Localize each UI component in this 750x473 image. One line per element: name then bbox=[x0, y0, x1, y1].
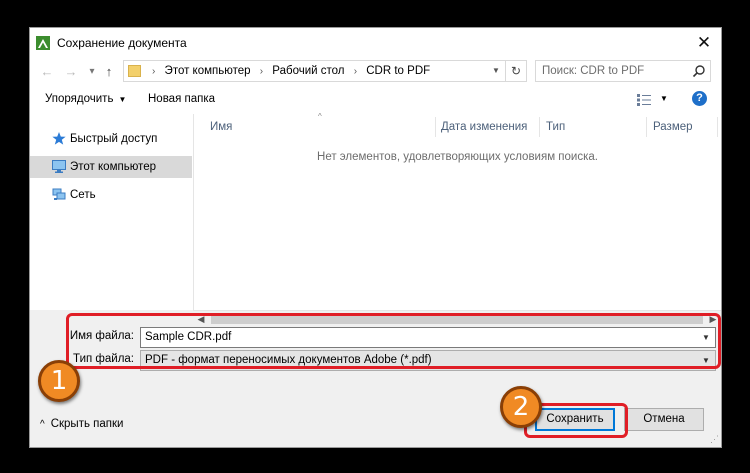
column-header-name[interactable]: Имя bbox=[210, 116, 232, 138]
sort-ascending-icon: ^ bbox=[318, 112, 322, 121]
chevron-up-icon: ^ bbox=[40, 419, 45, 430]
breadcrumb: › Этот компьютер › Рабочий стол › CDR to… bbox=[146, 61, 430, 81]
navigation-pane: Быстрый доступ Этот компьютер Сеть bbox=[30, 114, 192, 310]
forward-arrow-icon[interactable]: → bbox=[62, 63, 80, 81]
star-icon bbox=[52, 132, 66, 145]
navigation-row: ← → ▾ ↑ › Этот компьютер › Рабочий стол … bbox=[30, 58, 721, 86]
address-bar[interactable]: › Этот компьютер › Рабочий стол › CDR to… bbox=[123, 60, 527, 82]
column-header-size[interactable]: Размер bbox=[653, 116, 693, 138]
step-badge-1: 1 bbox=[38, 360, 80, 402]
cancel-button[interactable]: Отмена bbox=[624, 408, 704, 431]
computer-icon bbox=[52, 160, 66, 173]
view-dropdown-icon[interactable]: ▼ bbox=[660, 94, 668, 103]
organize-label: Упорядочить bbox=[45, 93, 114, 105]
search-placeholder[interactable]: Поиск: CDR to PDF bbox=[542, 61, 644, 81]
hide-folders-label: Скрыть папки bbox=[50, 418, 124, 430]
recent-locations-chevron-icon[interactable]: ▾ bbox=[83, 63, 101, 81]
coreldraw-app-icon bbox=[36, 36, 50, 50]
breadcrumb-this-pc[interactable]: Этот компьютер bbox=[165, 61, 251, 81]
breadcrumb-chevron-icon[interactable]: › bbox=[152, 62, 155, 82]
refresh-icon[interactable]: ↻ bbox=[505, 61, 526, 81]
title-bar: Сохранение документа ✕ bbox=[30, 28, 721, 58]
new-folder-button[interactable]: Новая папка bbox=[148, 93, 215, 105]
resize-grip-icon[interactable]: ⋰ bbox=[710, 434, 719, 445]
breadcrumb-chevron-icon[interactable]: › bbox=[260, 62, 263, 82]
breadcrumb-chevron-icon[interactable]: › bbox=[354, 62, 357, 82]
empty-list-message: Нет элементов, удовлетворяющих условиям … bbox=[317, 151, 598, 163]
column-header-date[interactable]: Дата изменения bbox=[441, 116, 527, 138]
nav-item-label: Этот компьютер bbox=[70, 161, 156, 173]
nav-item-network[interactable]: Сеть bbox=[30, 184, 192, 206]
chevron-down-icon: ▼ bbox=[118, 95, 127, 104]
folder-icon bbox=[128, 65, 141, 77]
address-dropdown-icon[interactable]: ▼ bbox=[488, 61, 504, 81]
nav-item-quick-access[interactable]: Быстрый доступ bbox=[30, 128, 192, 150]
column-header-type[interactable]: Тип bbox=[546, 116, 565, 138]
file-list: ^ Имя Дата изменения Тип Размер Нет элем… bbox=[193, 112, 721, 310]
back-arrow-icon[interactable]: ← bbox=[38, 63, 56, 81]
search-icon[interactable] bbox=[692, 64, 706, 78]
highlight-filename-fields bbox=[66, 313, 721, 369]
help-icon[interactable]: ? bbox=[692, 91, 707, 106]
view-options-icon[interactable] bbox=[637, 94, 651, 106]
toolbar: Упорядочить ▼ Новая папка ▼ ? bbox=[30, 86, 721, 114]
window-title: Сохранение документа bbox=[57, 36, 187, 50]
breadcrumb-desktop[interactable]: Рабочий стол bbox=[272, 61, 344, 81]
column-divider[interactable] bbox=[717, 117, 718, 137]
search-box[interactable]: Поиск: CDR to PDF bbox=[535, 60, 711, 82]
save-dialog: Сохранение документа ✕ ← → ▾ ↑ › Этот ко… bbox=[29, 27, 722, 448]
nav-item-label: Быстрый доступ bbox=[70, 133, 158, 145]
step-badge-2: 2 bbox=[500, 386, 542, 428]
hide-folders-button[interactable]: ^ Скрыть папки bbox=[40, 418, 123, 430]
close-icon[interactable]: ✕ bbox=[687, 28, 721, 58]
network-icon bbox=[52, 188, 66, 200]
breadcrumb-current-folder[interactable]: CDR to PDF bbox=[366, 61, 430, 81]
column-divider[interactable] bbox=[646, 117, 647, 137]
nav-item-label: Сеть bbox=[70, 189, 96, 201]
column-divider[interactable] bbox=[539, 117, 540, 137]
organize-button[interactable]: Упорядочить ▼ bbox=[45, 93, 126, 105]
nav-item-this-pc[interactable]: Этот компьютер bbox=[30, 156, 192, 178]
column-divider[interactable] bbox=[435, 117, 436, 137]
up-arrow-icon[interactable]: ↑ bbox=[100, 63, 118, 81]
